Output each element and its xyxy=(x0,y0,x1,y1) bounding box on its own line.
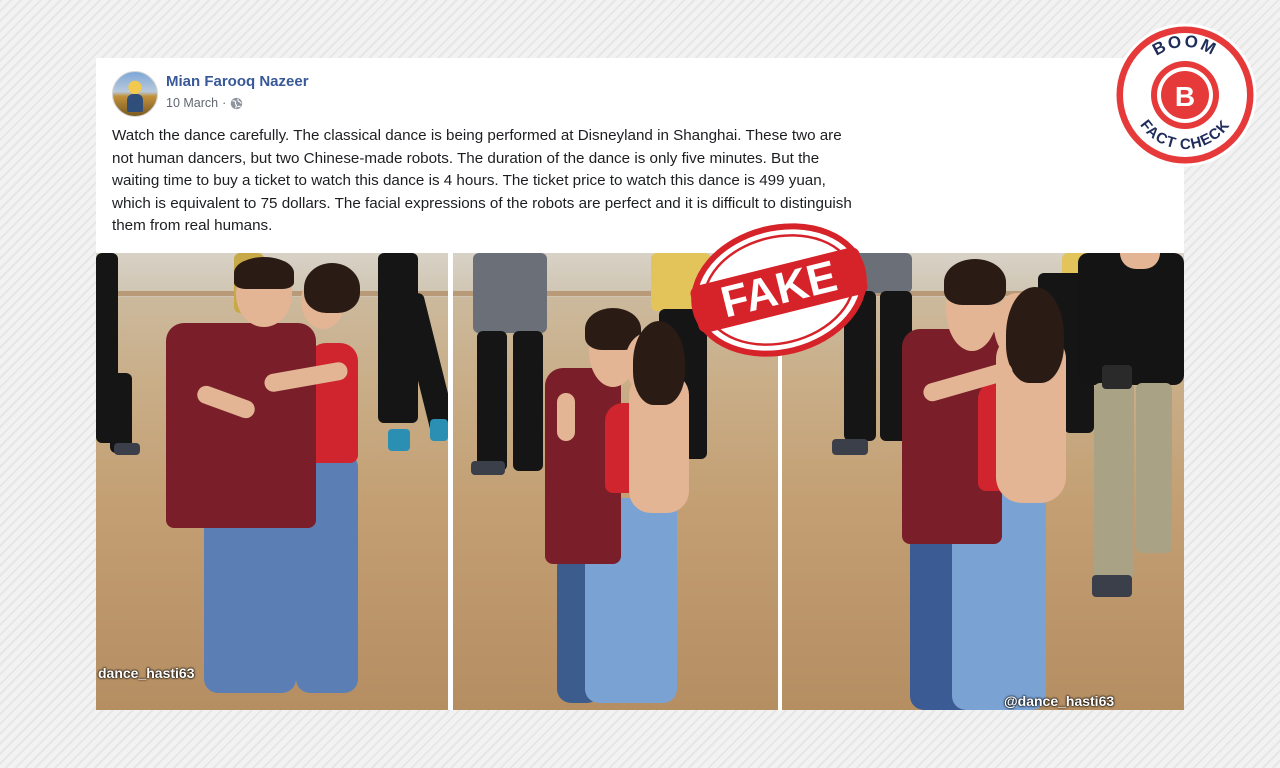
author-name[interactable]: Mian Farooq Nazeer xyxy=(166,73,309,90)
facebook-post-card: Mian Farooq Nazeer 10 March · Watch the … xyxy=(96,58,1184,253)
photo-collage: dance_hasti63 @dance_hasti63 xyxy=(96,253,1184,710)
post-date[interactable]: 10 March xyxy=(166,96,218,110)
post-text: Watch the dance carefully. The classical… xyxy=(112,127,852,235)
globe-icon xyxy=(231,97,243,109)
author-avatar[interactable] xyxy=(112,71,158,117)
boom-fact-check-logo: BOOM B FACT CHECK xyxy=(1113,23,1257,167)
dance-photo-1[interactable]: dance_hasti63 xyxy=(96,253,448,710)
photo-watermark: dance_hasti63 xyxy=(98,665,195,681)
post-meta: 10 March · xyxy=(166,96,243,110)
photo-watermark: @dance_hasti63 xyxy=(1004,693,1115,709)
meta-separator: · xyxy=(222,96,227,110)
badge-letter: B xyxy=(1175,81,1195,112)
